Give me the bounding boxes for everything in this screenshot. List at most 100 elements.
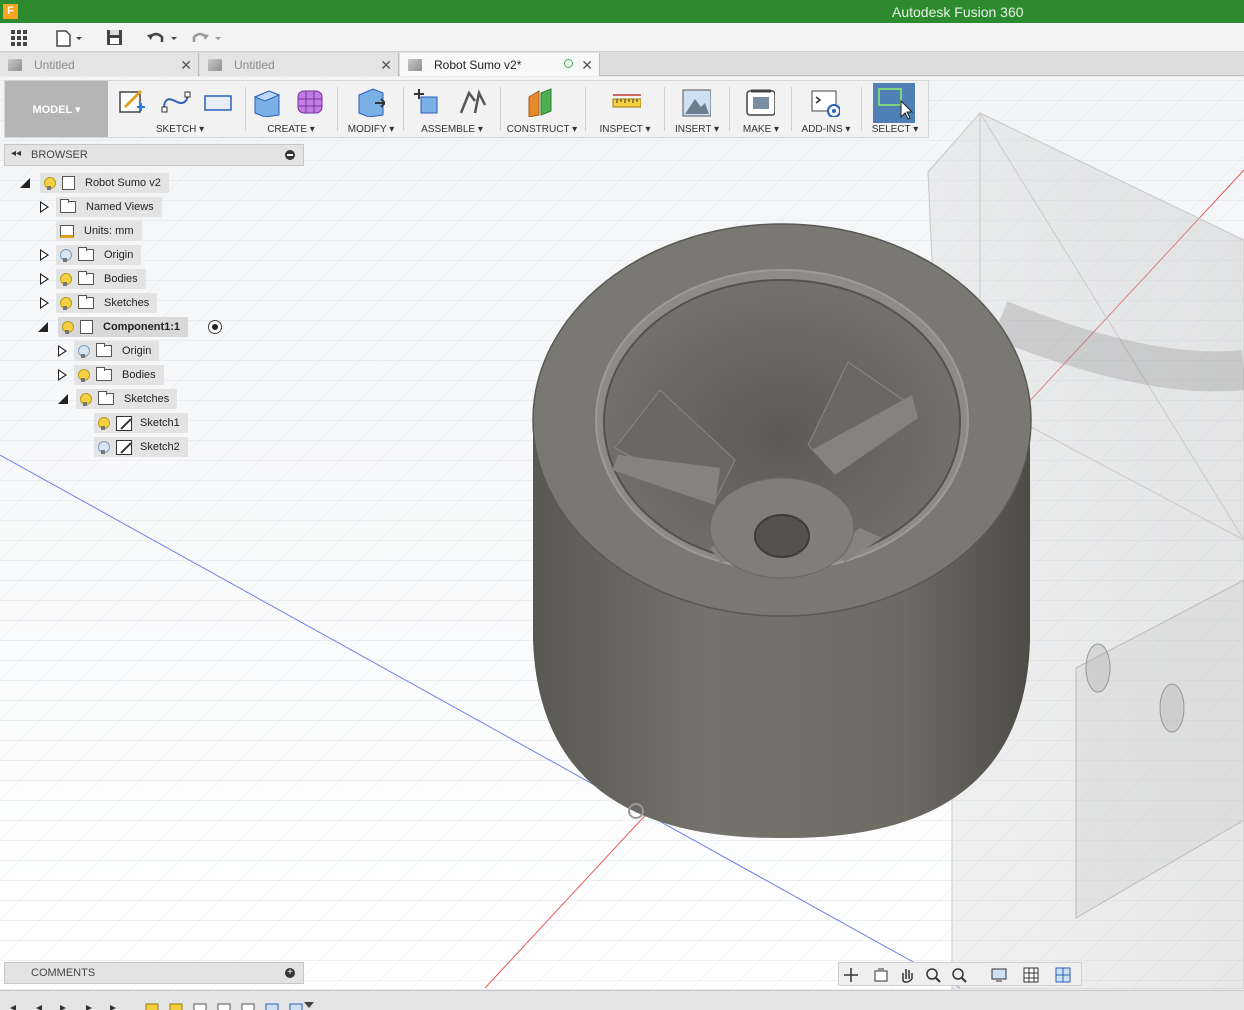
tab-untitled-1[interactable]: Untitled ✕ xyxy=(0,53,199,76)
file-menu-button[interactable] xyxy=(55,28,85,48)
file-icon xyxy=(56,30,82,47)
tab-untitled-2[interactable]: Untitled ✕ xyxy=(200,53,399,76)
tree-units[interactable]: Units: mm xyxy=(56,221,142,241)
browser-title: BROWSER xyxy=(31,149,88,161)
orbit-icon[interactable] xyxy=(843,967,859,983)
pan-hand-icon[interactable] xyxy=(899,967,915,983)
extrude-icon[interactable] xyxy=(251,87,281,117)
form-icon[interactable] xyxy=(295,87,325,117)
tree-origin[interactable]: Origin xyxy=(38,245,142,265)
comments-panel[interactable]: COMMENTS + xyxy=(4,962,304,984)
rectangle-icon[interactable] xyxy=(203,87,233,117)
display-settings-icon[interactable] xyxy=(991,967,1007,983)
close-icon[interactable]: ✕ xyxy=(581,57,593,74)
visibility-bulb-icon[interactable] xyxy=(78,368,90,382)
assembly-icon xyxy=(62,176,75,190)
browser-header[interactable]: ◂◂ BROWSER xyxy=(4,144,304,166)
visibility-bulb-icon[interactable] xyxy=(80,392,92,406)
3d-print-icon[interactable] xyxy=(745,87,775,117)
expand-toggle-icon[interactable] xyxy=(58,345,67,357)
undo-icon xyxy=(147,32,177,42)
save-button[interactable] xyxy=(106,28,124,48)
collapse-panel-icon[interactable]: ◂◂ xyxy=(11,148,21,159)
create-menu[interactable]: CREATE ▾ xyxy=(249,124,333,135)
expand-toggle-icon[interactable] xyxy=(40,273,49,285)
expand-toggle-icon[interactable] xyxy=(38,322,48,332)
data-panel-button[interactable] xyxy=(10,28,30,48)
tree-comp-sketches[interactable]: Sketches xyxy=(56,389,178,409)
close-icon[interactable]: ✕ xyxy=(180,57,192,74)
tree-sketch1[interactable]: Sketch1 xyxy=(94,413,188,433)
redo-button[interactable] xyxy=(190,28,222,48)
activate-component-icon[interactable] xyxy=(208,320,222,334)
document-tabs: Untitled ✕ Untitled ✕ Robot Sumo v2* ✕ xyxy=(0,52,1244,76)
assemble-menu[interactable]: ASSEMBLE ▾ xyxy=(407,124,497,135)
document-icon xyxy=(408,58,422,71)
joint-icon[interactable] xyxy=(457,87,487,117)
folder-icon xyxy=(78,271,94,285)
visibility-bulb-icon[interactable] xyxy=(60,272,72,286)
sketch-menu[interactable]: SKETCH ▾ xyxy=(113,124,247,135)
select-menu[interactable]: SELECT ▾ xyxy=(865,124,925,135)
wheel-body[interactable] xyxy=(532,223,1032,839)
scripts-addins-icon[interactable] xyxy=(810,87,840,117)
modify-group: MODIFY ▾ xyxy=(341,81,401,137)
expand-toggle-icon[interactable] xyxy=(40,201,49,213)
select-cursor-icon xyxy=(878,88,914,120)
insert-menu[interactable]: INSERT ▾ xyxy=(667,124,727,135)
tree-bodies[interactable]: Bodies xyxy=(38,269,146,289)
construct-menu[interactable]: CONSTRUCT ▾ xyxy=(503,124,581,135)
visibility-bulb-icon[interactable] xyxy=(60,296,72,310)
tree-sketches[interactable]: Sketches xyxy=(38,293,158,313)
visibility-bulb-icon[interactable] xyxy=(60,248,72,262)
zoom-icon[interactable] xyxy=(925,967,941,983)
visibility-bulb-icon[interactable] xyxy=(78,344,90,358)
expand-toggle-icon[interactable] xyxy=(58,394,68,404)
create-sketch-icon[interactable] xyxy=(117,87,147,117)
undo-button[interactable] xyxy=(146,28,178,48)
close-icon[interactable]: ✕ xyxy=(380,57,392,74)
model-scene[interactable] xyxy=(0,77,1244,989)
inspect-menu[interactable]: INSPECT ▾ xyxy=(589,124,661,135)
grid-snaps-icon[interactable] xyxy=(1023,967,1039,983)
visibility-bulb-icon[interactable] xyxy=(62,320,74,334)
press-pull-icon[interactable] xyxy=(355,87,385,117)
tree-root[interactable]: Robot Sumo v2 xyxy=(20,173,169,193)
tree-comp-bodies[interactable]: Bodies xyxy=(56,365,164,385)
minimize-icon[interactable] xyxy=(285,150,295,160)
tab-robot-sumo[interactable]: Robot Sumo v2* ✕ xyxy=(400,53,600,76)
line-spline-icon[interactable] xyxy=(161,87,191,117)
canvas-viewport[interactable] xyxy=(0,77,1244,989)
document-icon xyxy=(208,58,222,71)
construct-group: CONSTRUCT ▾ xyxy=(503,81,581,137)
timeline-controls[interactable] xyxy=(0,991,330,1010)
visibility-bulb-icon[interactable] xyxy=(98,440,110,454)
expand-toggle-icon[interactable] xyxy=(40,297,49,309)
measure-icon[interactable] xyxy=(611,87,641,117)
expand-toggle-icon[interactable] xyxy=(20,178,30,188)
visibility-bulb-icon[interactable] xyxy=(98,416,110,430)
addins-menu[interactable]: ADD-INS ▾ xyxy=(794,124,858,135)
folder-icon xyxy=(60,199,76,213)
make-menu[interactable]: MAKE ▾ xyxy=(733,124,789,135)
tree-sketch2[interactable]: Sketch2 xyxy=(94,437,188,457)
tree-component[interactable]: Component1:1 xyxy=(38,317,188,337)
look-at-icon[interactable] xyxy=(873,967,889,983)
viewports-icon[interactable] xyxy=(1055,967,1071,983)
tree-comp-origin[interactable]: Origin xyxy=(56,341,160,361)
fit-zoom-icon[interactable] xyxy=(951,967,967,983)
offset-plane-icon[interactable] xyxy=(525,87,555,117)
select-tool-active[interactable] xyxy=(873,83,915,123)
folder-icon xyxy=(98,391,114,405)
add-comment-icon[interactable]: + xyxy=(285,968,295,978)
expand-toggle-icon[interactable] xyxy=(40,249,49,261)
quick-access-toolbar xyxy=(0,23,1244,52)
workspace-switcher[interactable]: MODEL ▾ xyxy=(5,81,108,137)
expand-toggle-icon[interactable] xyxy=(58,369,67,381)
save-icon xyxy=(107,30,122,45)
tree-named-views[interactable]: Named Views xyxy=(38,197,162,217)
insert-image-icon[interactable] xyxy=(681,87,711,117)
modify-menu[interactable]: MODIFY ▾ xyxy=(341,124,401,135)
new-component-icon[interactable] xyxy=(413,87,443,117)
visibility-bulb-icon[interactable] xyxy=(44,176,56,190)
